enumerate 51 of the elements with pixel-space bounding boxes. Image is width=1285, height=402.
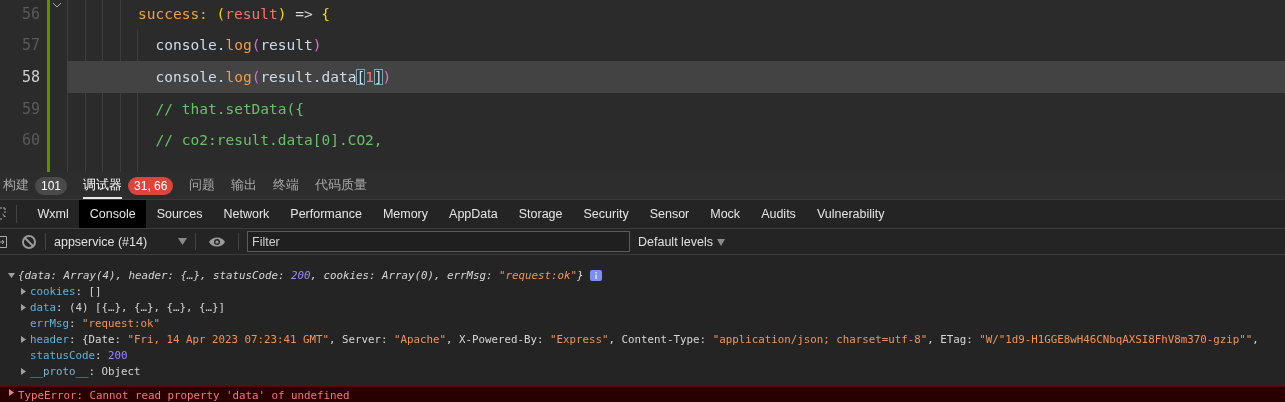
clear-icon[interactable] — [21, 233, 37, 250]
devtools-tab[interactable]: Wxml — [27, 200, 80, 228]
property-line: statusCode: 200 — [30, 348, 128, 362]
devtools-tab[interactable]: Network — [213, 200, 280, 228]
filter-field[interactable]: Filter — [247, 231, 630, 252]
devtools-tab[interactable]: Console — [79, 200, 147, 228]
count-badge: 31, 66 — [128, 176, 174, 195]
code-line: console.log(result) — [155, 37, 322, 54]
caret-icon — [178, 237, 187, 246]
panel-tab[interactable]: 代码质量 — [315, 172, 368, 199]
property-line[interactable]: header: {Date: "Fri, 14 Apr 2023 07:23:41 GMT", Server: "Apache", X-Powered-By: "Express", Content-Type: "application/json; charset=utf-8", ETag: "W/"1d9-H1GGE8wH46CNbqAXSI8FhV8m370-gzip"", — [30, 332, 1259, 346]
devtools-tab[interactable]: Vulnerability — [806, 200, 895, 228]
info-icon[interactable] — [589, 269, 602, 281]
inspect-icon[interactable] — [0, 207, 6, 221]
error-text[interactable]: TypeError: Cannot read property 'data' of undefined — [18, 389, 350, 402]
collapsed-triangle-icon[interactable] — [20, 287, 27, 295]
devtools-tab[interactable]: Mock — [699, 200, 751, 228]
devtools-tab[interactable]: Sensor — [639, 200, 700, 228]
count-badge: 101 — [35, 176, 68, 195]
property-line: errMsg: "request:ok" — [30, 316, 161, 330]
code-line: // that.setData({ — [155, 100, 304, 117]
code-line: // co2:result.data[0].CO2, — [155, 132, 383, 149]
devtools-tab[interactable]: Security — [573, 200, 640, 228]
collapsed-triangle-icon[interactable] — [20, 335, 27, 343]
panel-tab[interactable]: 构建 — [3, 172, 29, 199]
caret-icon — [717, 237, 726, 246]
line-number: 58 — [20, 68, 40, 86]
code-line: console.log(result.data[1]) — [155, 69, 392, 85]
devtools-tab[interactable]: AppData — [438, 200, 509, 228]
panel-tab[interactable]: 终端 — [273, 172, 300, 199]
collapsed-triangle-icon[interactable] — [20, 367, 27, 375]
expanded-triangle-icon[interactable] — [8, 271, 15, 279]
devtools-tab[interactable]: Performance — [279, 200, 373, 228]
code-line: success: (result) => { — [138, 5, 331, 22]
panel-tab[interactable]: 问题 — [189, 172, 216, 199]
sidebar-icon[interactable] — [0, 234, 8, 249]
devtools-tab[interactable]: Audits — [750, 200, 807, 228]
property-line[interactable]: __proto__: Object — [30, 364, 141, 378]
object-summary[interactable]: {data: Array(4), header: {…}, statusCode: 200, cookies: Array(0), errMsg: "request:ok"} — [18, 268, 584, 282]
levels-dropdown[interactable]: Default levels — [638, 234, 726, 249]
panel-tab[interactable]: 输出 — [231, 172, 258, 199]
devtools-tab[interactable]: Storage — [508, 200, 573, 228]
collapsed-triangle-icon[interactable] — [8, 389, 15, 396]
devtools-tab[interactable]: Memory — [372, 200, 439, 228]
context-select[interactable]: appservice (#14) — [54, 234, 187, 249]
property-line[interactable]: cookies: [] — [30, 284, 102, 298]
devtools-tab[interactable]: Sources — [146, 200, 213, 228]
property-line[interactable]: data: (4) [{…}, {…}, {…}, {…}] — [30, 300, 226, 314]
chevron-down-icon[interactable] — [52, 1, 62, 9]
eye-icon[interactable] — [208, 235, 226, 248]
collapsed-triangle-icon[interactable] — [20, 303, 27, 311]
